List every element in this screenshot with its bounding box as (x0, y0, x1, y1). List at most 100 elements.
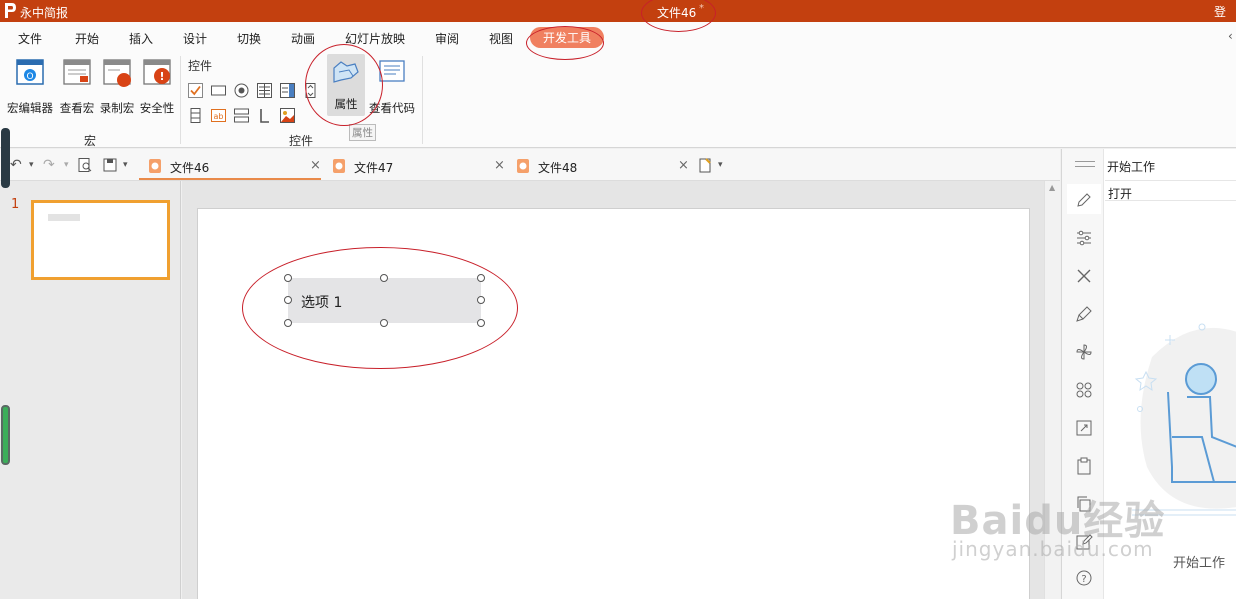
task-pane-title: 开始工作 (1107, 160, 1156, 174)
left-edge-widget (1, 128, 10, 188)
scroll-up-icon[interactable]: ▲ (1049, 183, 1055, 192)
menu-developer-tools[interactable]: 开发工具 (530, 27, 605, 48)
tab-label: 文件48 (538, 161, 578, 175)
slide-thumbnail[interactable] (31, 200, 170, 280)
properties-tooltip: 属性 (349, 124, 376, 141)
modified-indicator: * (699, 3, 704, 14)
pinwheel-icon[interactable] (1075, 343, 1093, 361)
properties-button[interactable]: 属性 (327, 54, 365, 116)
menu-view[interactable]: 视图 (489, 30, 513, 47)
pencil-icon[interactable] (1075, 191, 1093, 209)
help-icon[interactable]: ? (1075, 569, 1093, 587)
thumbnail-listbox-preview (48, 214, 80, 221)
undo-icon[interactable]: ↶ (10, 157, 22, 173)
checkbox-control-icon[interactable] (187, 82, 204, 99)
macro-editor-button[interactable]: O 宏编辑器 (4, 58, 56, 116)
controls-header: 控件 (188, 59, 213, 73)
menu-bar: 文件 开始 插入 设计 切换 动画 幻灯片放映 审阅 视图 开发工具 ‹ (0, 22, 1236, 52)
menu-insert[interactable]: 插入 (129, 30, 153, 47)
image-control-icon[interactable] (279, 107, 296, 124)
label-control-icon[interactable] (256, 107, 273, 124)
listbox-control-icon[interactable] (256, 82, 273, 99)
watermark-url: jingyan.baidu.com (952, 537, 1154, 561)
new-document-icon[interactable] (697, 157, 713, 173)
frame-control-icon[interactable] (233, 107, 250, 124)
macro-group-title: 宏 (84, 134, 97, 148)
print-preview-icon[interactable] (77, 157, 93, 173)
close-icon[interactable]: × (494, 158, 505, 173)
resize-handle-bottom[interactable] (380, 319, 388, 327)
resize-handle-right[interactable] (477, 296, 485, 304)
close-icon[interactable]: × (310, 158, 321, 173)
resize-handle-bottom-left[interactable] (284, 319, 292, 327)
spin-control-icon[interactable] (302, 82, 319, 99)
redo-icon[interactable]: ↷ (43, 157, 55, 173)
tab-label: 文件47 (354, 161, 394, 175)
textbox-control-icon[interactable]: ab (210, 107, 227, 124)
image-resize-icon[interactable] (1075, 419, 1093, 437)
record-macro-icon (103, 59, 131, 87)
document-title: 文件46 (657, 6, 697, 20)
radio-control-icon[interactable] (233, 82, 250, 99)
properties-label: 属性 (334, 97, 358, 111)
svg-text:!: ! (159, 70, 164, 83)
app-name: 永中简报 (20, 6, 69, 20)
tab-label: 文件46 (170, 161, 210, 175)
quick-access-dropdown-icon[interactable]: ▾ (123, 160, 128, 170)
resize-handle-bottom-right[interactable] (477, 319, 485, 327)
shapes-icon[interactable] (1075, 381, 1093, 399)
menu-transition[interactable]: 切换 (237, 30, 261, 47)
record-macro-button[interactable]: 录制宏 (97, 58, 137, 116)
left-edge-meter (1, 405, 10, 465)
view-macro-button[interactable]: 查看宏 (56, 58, 98, 116)
group-divider (422, 56, 423, 144)
undo-dropdown-icon[interactable]: ▾ (29, 160, 34, 170)
macro-editor-label: 宏编辑器 (7, 101, 53, 115)
close-icon[interactable]: × (678, 158, 689, 173)
resize-handle-top-left[interactable] (284, 274, 292, 282)
menu-design[interactable]: 设计 (183, 30, 207, 47)
listbox-option: 选项 1 (301, 295, 343, 311)
listbox-control[interactable]: 选项 1 (288, 278, 481, 323)
macro-editor-icon: O (16, 59, 44, 85)
menu-home[interactable]: 开始 (75, 30, 99, 47)
scrollbar-control-icon[interactable] (187, 107, 204, 124)
slide-canvas (182, 181, 1044, 599)
combobox-control-icon[interactable] (279, 82, 296, 99)
tab-bar: ↶ ▾ ↷ ▾ ▾ 文件46 × 文件47 × 文件48 × ▾ (0, 149, 1060, 181)
document-icon (333, 159, 345, 173)
menu-file[interactable]: 文件 (18, 30, 42, 47)
resize-handle-left[interactable] (284, 296, 292, 304)
sliders-icon[interactable] (1075, 229, 1093, 247)
ribbon: O 宏编辑器 查看宏 录制宏 ! 安全性 宏 控件 ab 属性 查看代码 属性 … (0, 52, 1236, 148)
svg-text:?: ? (1081, 574, 1086, 585)
view-macro-icon (63, 59, 91, 85)
slide-number: 1 (11, 197, 20, 212)
controls-group-title: 控件 (289, 134, 314, 148)
title-bar: 永中简报 文件46 * 登录 (0, 0, 1236, 36)
tools-icon[interactable] (1075, 267, 1093, 285)
menu-review[interactable]: 审阅 (435, 30, 459, 47)
resize-handle-top[interactable] (380, 274, 388, 282)
menu-animation[interactable]: 动画 (291, 30, 315, 47)
brush-icon[interactable] (1075, 305, 1093, 323)
menu-slideshow[interactable]: 幻灯片放映 (345, 30, 405, 47)
resize-handle-top-right[interactable] (477, 274, 485, 282)
redo-dropdown-icon[interactable]: ▾ (64, 160, 69, 170)
tab-file47[interactable]: 文件47 × (323, 153, 505, 180)
app-logo-icon (5, 3, 16, 18)
security-button[interactable]: ! 安全性 (137, 58, 177, 116)
view-macro-label: 查看宏 (59, 101, 95, 115)
record-macro-label: 录制宏 (99, 101, 135, 115)
slide[interactable] (197, 208, 1030, 599)
clipboard-icon[interactable] (1075, 457, 1093, 475)
view-code-button[interactable]: 查看代码 (367, 58, 417, 116)
button-control-icon[interactable] (210, 82, 227, 99)
svg-text:ab: ab (214, 112, 224, 121)
svg-text:O: O (26, 72, 33, 82)
tab-file48[interactable]: 文件48 × (507, 153, 689, 180)
collapse-ribbon-icon[interactable]: ‹ (1228, 29, 1233, 43)
new-document-dropdown-icon[interactable]: ▾ (718, 160, 723, 170)
tab-file46[interactable]: 文件46 × (139, 153, 321, 180)
save-icon[interactable] (102, 157, 118, 173)
